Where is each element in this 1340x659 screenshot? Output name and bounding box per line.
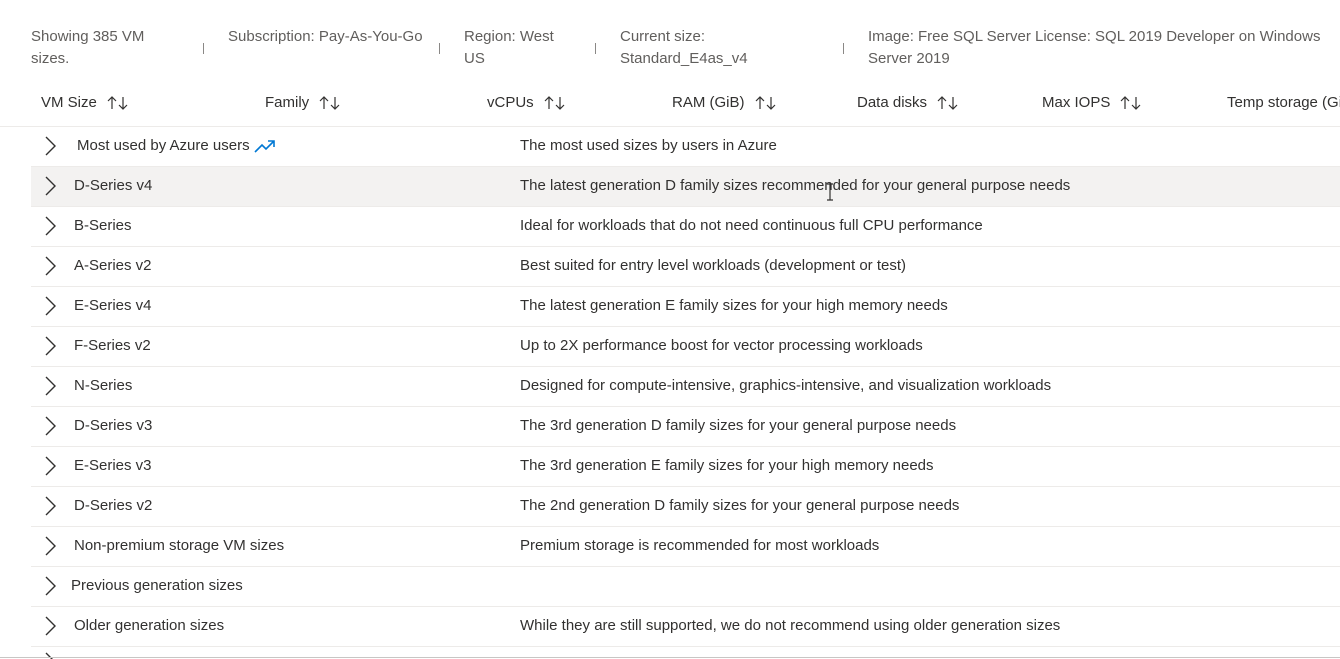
chevron-right-icon[interactable] [43,175,57,197]
scroll-divider [0,657,1340,658]
sort-icon[interactable] [1120,95,1142,111]
group-row-d-series-v2[interactable]: D-Series v2 The 2nd generation D family … [31,487,1340,527]
group-row-n-series[interactable]: N-Series Designed for compute-intensive,… [31,367,1340,407]
group-name: B-Series [74,217,132,234]
group-row-e-series-v3[interactable]: E-Series v3 The 3rd generation E family … [31,447,1340,487]
group-description: Designed for compute-intensive, graphics… [520,377,1052,394]
chevron-right-icon[interactable] [43,135,57,157]
group-name: Older generation sizes [74,617,225,634]
chevron-right-icon[interactable] [43,215,57,237]
group-name: Previous generation sizes [71,577,243,594]
sort-icon[interactable] [937,95,959,111]
group-name-text: Most used by Azure users [77,137,250,154]
group-name: A-Series v2 [74,257,152,274]
column-header-max-iops[interactable]: Max IOPS [1042,94,1142,111]
group-name: D-Series v2 [74,497,153,514]
group-description: Premium storage is recommended for most … [520,537,880,554]
group-row-f-series-v2[interactable]: F-Series v2 Up to 2X performance boost f… [31,327,1340,367]
column-label: Data disks [857,94,928,111]
group-description: Up to 2X performance boost for vector pr… [520,337,923,354]
subscription-text: Subscription: Pay-As-You-Go [228,28,423,45]
group-row-b-series[interactable]: B-Series Ideal for workloads that do not… [31,207,1340,247]
group-row-d-series-v3[interactable]: D-Series v3 The 3rd generation D family … [31,407,1340,447]
column-label: VM Size [41,94,97,111]
group-row-older-generation[interactable]: Older generation sizes While they are st… [31,607,1340,647]
group-description: The latest generation D family sizes rec… [520,177,1071,194]
text-cursor-icon [827,183,833,201]
chevron-right-icon[interactable] [43,295,57,317]
group-row-most-used[interactable]: Most used by Azure users The most used s… [31,127,1340,167]
group-name: Most used by Azure users [77,137,276,154]
group-description: Ideal for workloads that do not need con… [520,217,983,234]
group-name: D-Series v4 [74,177,153,194]
group-row-e-series-v4[interactable]: E-Series v4 The latest generation E fami… [31,287,1340,327]
chevron-right-icon[interactable] [43,255,57,277]
column-label: Family [265,94,310,111]
group-name: D-Series v3 [74,417,153,434]
column-header-vm-size[interactable]: VM Size [41,94,129,111]
chevron-right-icon[interactable] [43,375,57,397]
sort-icon[interactable] [107,95,129,111]
column-header-data-disks[interactable]: Data disks [857,94,959,111]
group-description: The latest generation E family sizes for… [520,297,948,314]
group-name: Non-premium storage VM sizes [74,537,285,554]
separator [203,43,204,54]
group-row-a-series-v2[interactable]: A-Series v2 Best suited for entry level … [31,247,1340,287]
column-label: Max IOPS [1042,94,1111,111]
group-row-non-premium-storage[interactable]: Non-premium storage VM sizes Premium sto… [31,527,1340,567]
column-label: vCPUs [487,94,534,111]
chevron-right-icon[interactable] [43,495,57,517]
group-description: The 3rd generation E family sizes for yo… [520,457,934,474]
column-header-family[interactable]: Family [265,94,341,111]
group-description: The 3rd generation D family sizes for yo… [520,417,957,434]
separator [843,43,844,54]
sort-icon[interactable] [755,95,777,111]
trending-icon [254,139,275,153]
group-description: The most used sizes by users in Azure [520,137,777,154]
group-description: The 2nd generation D family sizes for yo… [520,497,960,514]
column-header-vcpus[interactable]: vCPUs [487,94,566,111]
group-row-d-series-v4[interactable]: D-Series v4 The latest generation D fami… [31,167,1340,207]
chevron-right-icon[interactable] [43,455,57,477]
group-description: While they are still supported, we do no… [520,617,1061,634]
group-name: F-Series v2 [74,337,151,354]
chevron-right-icon[interactable] [43,575,57,597]
separator [595,43,596,54]
column-header-temp-storage[interactable]: Temp storage (GiB) [1227,94,1340,111]
table-header: VM Size Family vCPUs RAM (GiB) Data disk… [0,84,1340,127]
group-name: N-Series [74,377,133,394]
chevron-right-icon[interactable] [43,535,57,557]
column-label: Temp storage (GiB) [1227,94,1340,111]
group-name: E-Series v3 [74,457,152,474]
chevron-right-icon[interactable] [43,335,57,357]
group-row-previous-generation[interactable]: Previous generation sizes [31,567,1340,607]
current-size-text: Current size: Standard_E4as_v4 [620,28,748,67]
group-name: E-Series v4 [74,297,152,314]
separator [439,43,440,54]
sort-icon[interactable] [544,95,566,111]
image-text: Image: Free SQL Server License: SQL 2019… [868,28,1321,67]
chevron-right-icon[interactable] [43,615,57,637]
chevron-right-icon[interactable] [43,415,57,437]
vm-count-text: Showing 385 VM sizes. [31,28,145,67]
group-description: Best suited for entry level workloads (d… [520,257,907,274]
vm-size-group-list: Most used by Azure users The most used s… [31,127,1340,647]
sort-icon[interactable] [319,95,341,111]
region-text: Region: West US [464,28,554,67]
column-header-ram[interactable]: RAM (GiB) [672,94,777,111]
column-label: RAM (GiB) [672,94,745,111]
